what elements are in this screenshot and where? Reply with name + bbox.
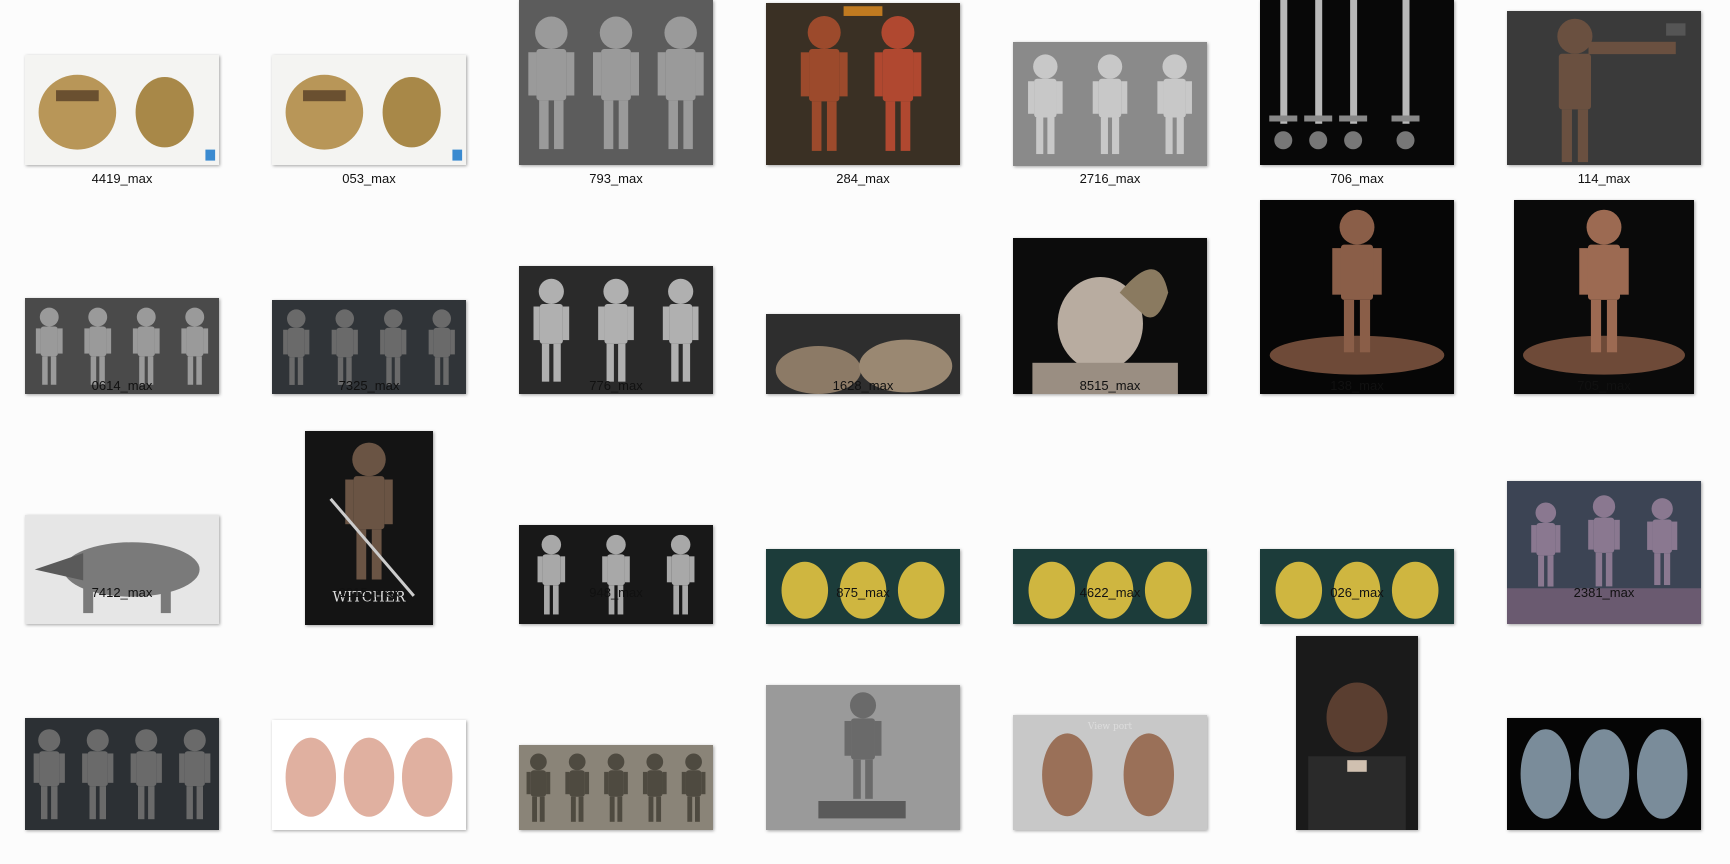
- file-item[interactable]: [506, 621, 726, 836]
- gunman-thumbnail[interactable]: [1507, 11, 1701, 165]
- backpack-thumbnail[interactable]: [25, 55, 219, 165]
- file-item[interactable]: 4622_max: [1000, 414, 1220, 629]
- file-name-label: 1628_max: [832, 378, 894, 393]
- file-item[interactable]: 793_max: [506, 0, 726, 215]
- file-name-label: 875_max: [836, 585, 890, 600]
- file-item[interactable]: 4419_max: [12, 0, 232, 215]
- file-name-label: 4419_max: [91, 171, 153, 186]
- file-item[interactable]: 2716_max: [1000, 0, 1220, 215]
- demon-bust-thumbnail[interactable]: [1013, 238, 1207, 394]
- file-name-label: 053_max: [342, 171, 396, 186]
- file-item[interactable]: 7412_max: [12, 414, 232, 629]
- file-name-label: 7412_max: [91, 585, 153, 600]
- file-item[interactable]: View port: [1000, 621, 1220, 836]
- file-item[interactable]: 8515_max: [1000, 207, 1220, 422]
- old-man-portrait-thumbnail[interactable]: [1296, 636, 1418, 830]
- file-name-label: 8515_max: [1079, 378, 1141, 393]
- swords-thumbnail[interactable]: [1260, 0, 1454, 165]
- file-name-label: 705_max: [1577, 378, 1631, 393]
- file-item[interactable]: 706_max: [1247, 0, 1467, 215]
- file-item[interactable]: 705_max: [1494, 200, 1714, 422]
- file-name-label: 138_max: [1330, 378, 1384, 393]
- heads-thumbnail[interactable]: [272, 720, 466, 830]
- file-item[interactable]: [12, 621, 232, 836]
- heads-thumbnail[interactable]: View port: [1013, 715, 1207, 830]
- armored-figures-sculpt-thumbnail[interactable]: [1013, 42, 1207, 166]
- soldiers-thumbnail[interactable]: [519, 745, 713, 830]
- file-item[interactable]: 875_max: [753, 414, 973, 629]
- file-item[interactable]: 284_max: [753, 0, 973, 215]
- body-sculpt-thumbnail[interactable]: [519, 266, 713, 394]
- file-item[interactable]: 776_max: [506, 207, 726, 422]
- file-item[interactable]: [1494, 621, 1714, 836]
- file-item[interactable]: 1628_max: [753, 207, 973, 422]
- armored-figures-lineup-thumbnail[interactable]: [25, 718, 219, 830]
- file-name-label: 2015_max: [338, 585, 400, 600]
- file-name-label: 948_max: [589, 585, 643, 600]
- demon-statue-thumbnail[interactable]: [1260, 200, 1454, 394]
- file-item[interactable]: 948_max: [506, 414, 726, 629]
- demon-warriors-thumbnail[interactable]: [766, 3, 960, 165]
- file-name-label: 284_max: [836, 171, 890, 186]
- dragon-creature-thumbnail[interactable]: [25, 515, 219, 624]
- file-name-label: 0614_max: [91, 378, 153, 393]
- backpack-thumbnail[interactable]: [272, 55, 466, 165]
- file-item[interactable]: 0614_max: [12, 207, 232, 422]
- file-item[interactable]: WITCHER 2015_max: [259, 414, 479, 629]
- demon-statue-thumbnail[interactable]: [1514, 200, 1694, 394]
- file-name-label: 2716_max: [1079, 171, 1141, 186]
- file-item[interactable]: 114_max: [1494, 0, 1714, 215]
- file-name-label: 793_max: [589, 171, 643, 186]
- blue-heads-thumbnail[interactable]: [1507, 718, 1701, 830]
- file-item[interactable]: 026_max: [1247, 414, 1467, 629]
- file-item[interactable]: 7325_max: [259, 207, 479, 422]
- file-name-label: 776_max: [589, 378, 643, 393]
- thumbnail-grid: 4419_max 053_max 793_max 284_max 2716_max 706…: [0, 0, 1730, 864]
- alien-statues-thumbnail[interactable]: [1507, 481, 1701, 624]
- file-name-label: 706_max: [1330, 171, 1384, 186]
- armored-figures-sculpt-thumbnail[interactable]: [519, 0, 713, 165]
- soldiers-thumbnail[interactable]: [519, 525, 713, 624]
- soldier-statue-thumbnail[interactable]: [766, 685, 960, 830]
- thumbnail-caption: View port: [1087, 722, 1133, 732]
- file-name-label: 114_max: [1577, 171, 1631, 186]
- file-item[interactable]: 138_max: [1247, 200, 1467, 422]
- file-name-label: 4622_max: [1079, 585, 1141, 600]
- file-name-label: 026_max: [1330, 585, 1384, 600]
- file-name-label: 2381_max: [1573, 585, 1635, 600]
- file-name-label: 7325_max: [338, 378, 400, 393]
- file-item[interactable]: [1247, 621, 1467, 836]
- file-item[interactable]: 053_max: [259, 0, 479, 215]
- file-item[interactable]: [753, 621, 973, 836]
- file-item[interactable]: 2381_max: [1494, 414, 1714, 629]
- file-item[interactable]: [259, 621, 479, 836]
